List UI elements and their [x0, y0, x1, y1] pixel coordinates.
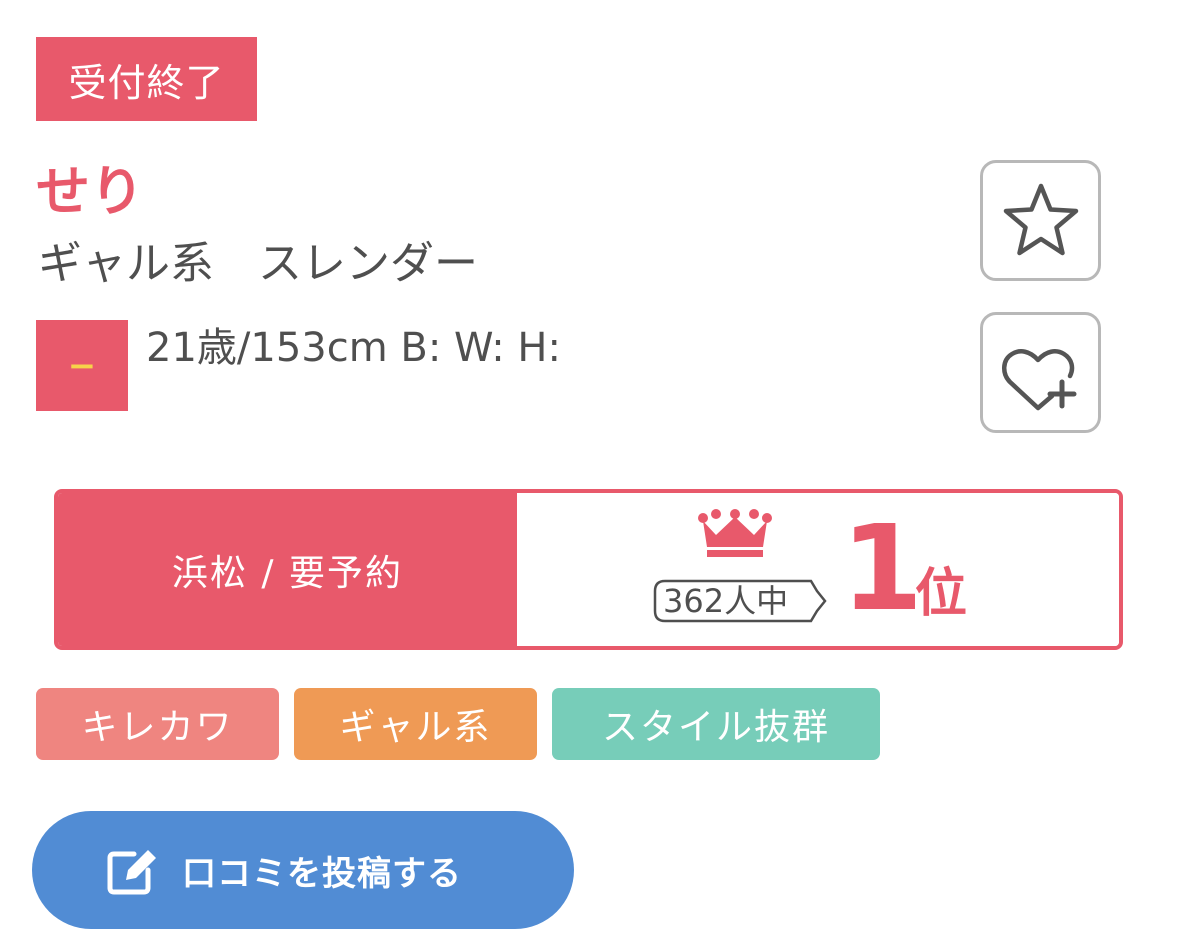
heart-plus-icon: [1001, 348, 1076, 410]
favorite-button[interactable]: [980, 160, 1101, 281]
profile-name: せり: [36, 160, 144, 223]
status-badge: 受付終了: [36, 37, 257, 121]
rank-number: 1: [841, 499, 924, 637]
profile-types: ギャル系 スレンダー: [38, 238, 478, 289]
tag-style: スタイル抜群: [552, 688, 880, 760]
profile-stats: 21歳/153cm B: W: H:: [146, 325, 561, 371]
minus-badge-text: −: [67, 345, 97, 386]
post-review-label: 口コミを投稿する: [182, 853, 462, 894]
follow-button[interactable]: [980, 312, 1101, 433]
ranking-panel: 362人中 1 位: [517, 493, 1119, 646]
post-review-button[interactable]: 口コミを投稿する: [32, 811, 574, 929]
minus-badge: −: [36, 320, 128, 411]
crown-icon: [698, 509, 772, 557]
tag-gyaru: ギャル系: [294, 688, 537, 760]
ranking-box: 浜松 / 要予約 362人中 1 位: [54, 489, 1123, 650]
area-label: 浜松 / 要予約: [58, 493, 517, 646]
edit-icon: [104, 842, 160, 898]
star-icon: [1003, 183, 1078, 255]
tag-kirekawa: キレカワ: [36, 688, 279, 760]
rank-suffix: 位: [915, 564, 968, 624]
total-count: 362人中: [663, 582, 789, 620]
